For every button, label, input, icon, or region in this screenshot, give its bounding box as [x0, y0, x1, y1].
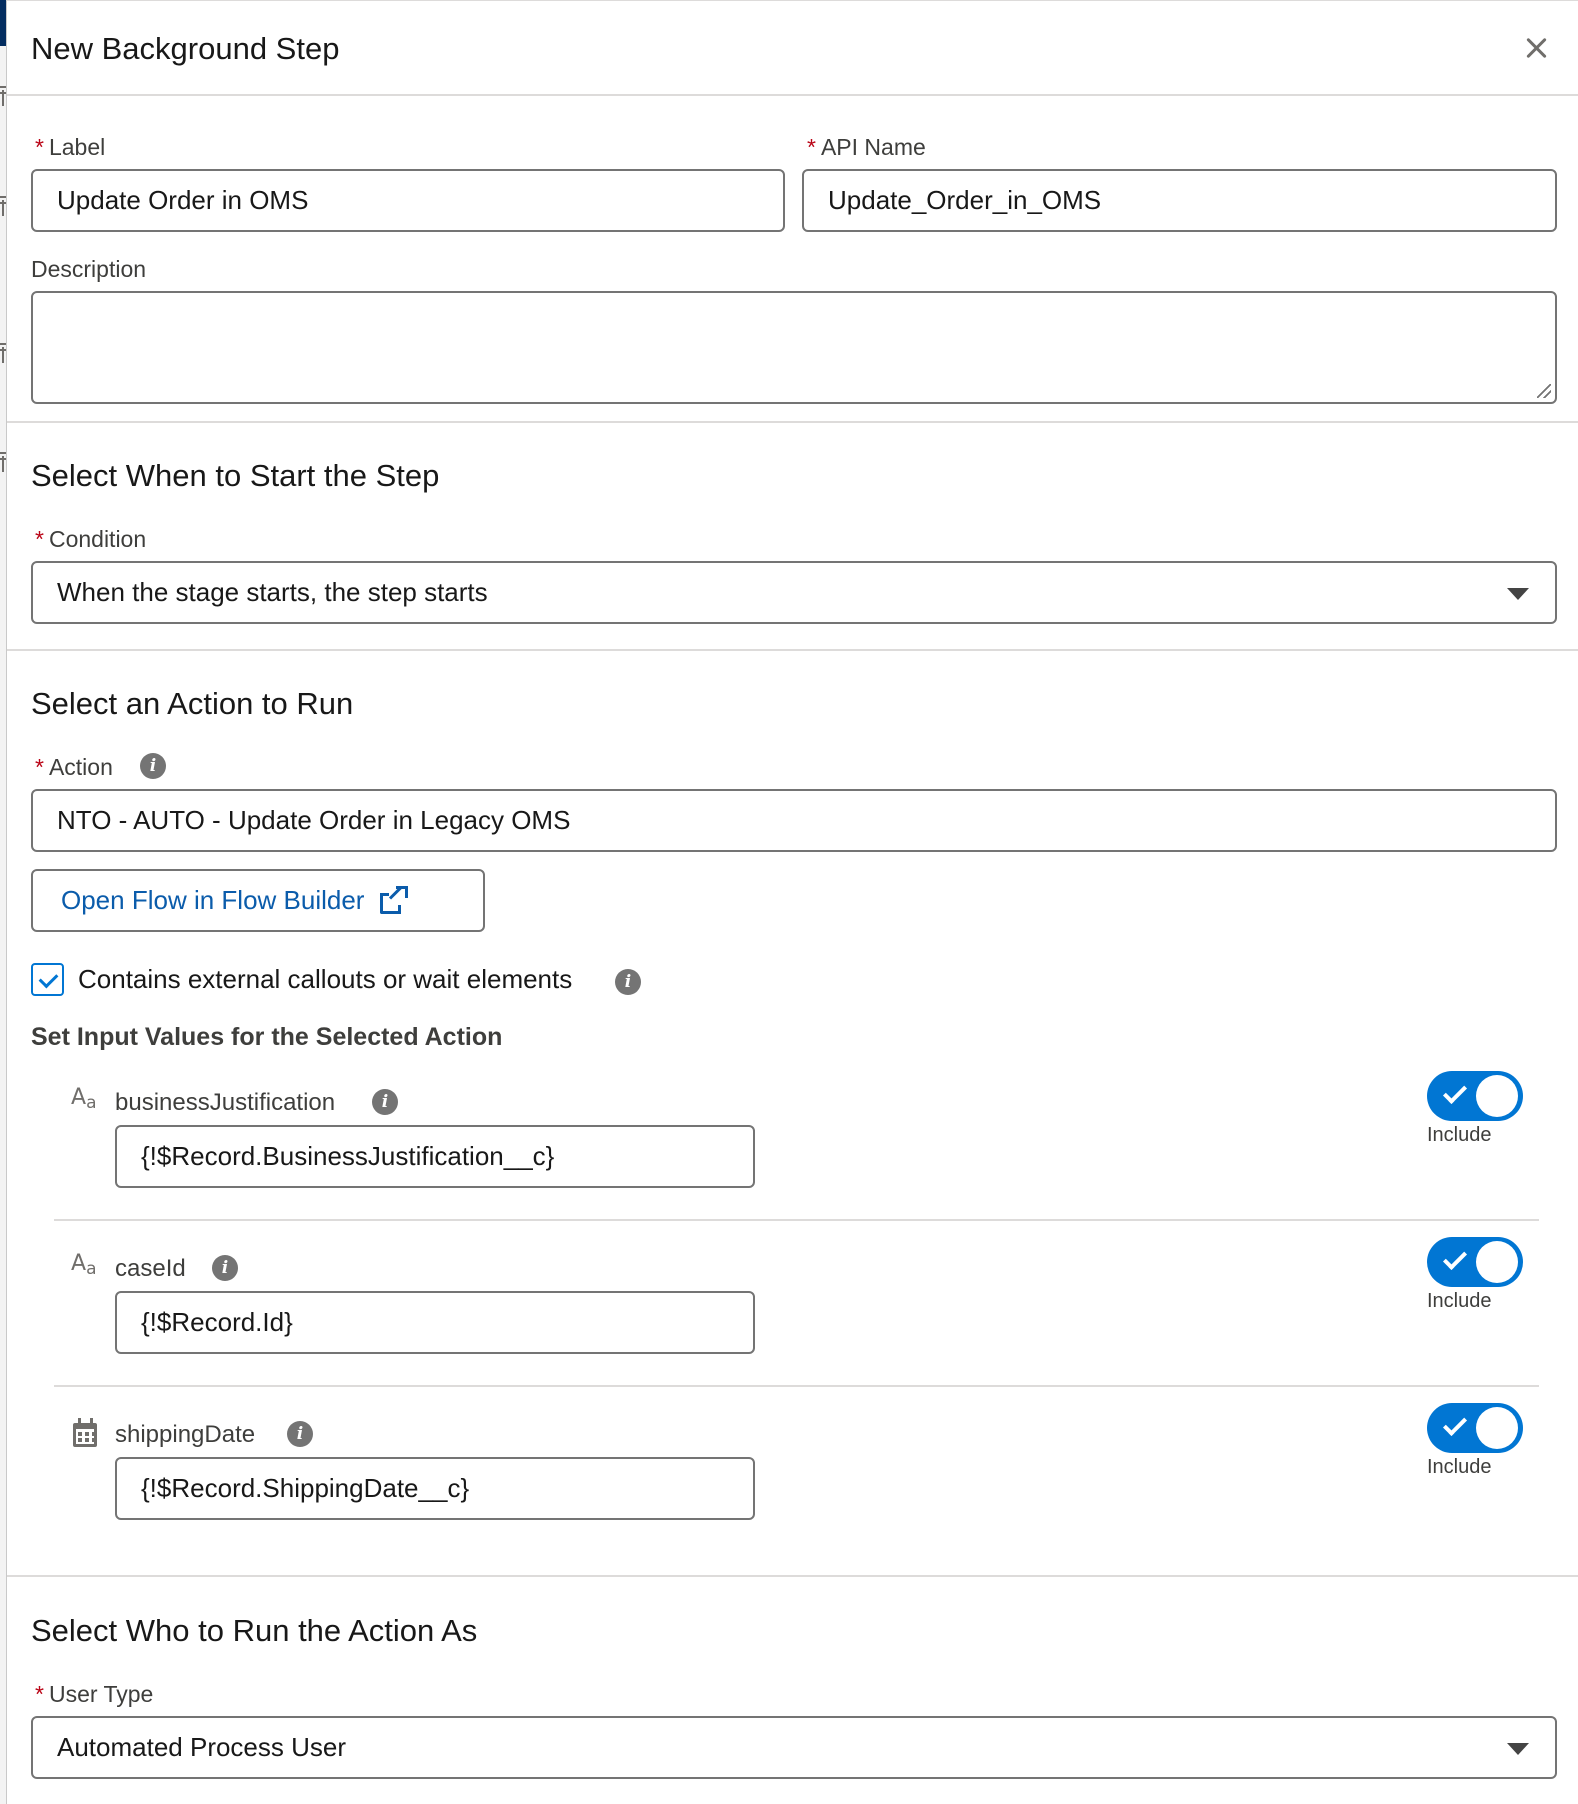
toggle-knob	[1476, 1075, 1518, 1117]
check-icon	[1442, 1245, 1468, 1271]
user-type-field-label-text: User Type	[48, 1681, 154, 1707]
label-input[interactable]: Update Order in OMS	[31, 169, 785, 232]
action-field-label: * Action	[35, 754, 113, 781]
required-marker: *	[35, 754, 44, 780]
text-type-icon: Aa	[71, 1251, 97, 1279]
callouts-checkbox[interactable]	[31, 963, 64, 996]
start-section-title: Select When to Start the Step	[31, 458, 440, 493]
api-name-field-label-text: API Name	[820, 134, 926, 160]
external-link-icon	[380, 885, 409, 914]
section-divider	[7, 1575, 1578, 1577]
include-label: Include	[1427, 1290, 1492, 1312]
info-icon[interactable]: i	[615, 969, 641, 995]
api-name-field-label: * API Name	[807, 134, 926, 161]
check-icon	[1442, 1411, 1468, 1437]
info-icon[interactable]: i	[372, 1089, 398, 1115]
description-field-label: Description	[31, 256, 147, 282]
business-justification-input[interactable]: {!$Record.BusinessJustification__c}	[115, 1125, 755, 1188]
screen: New Background Step * Label Update Order …	[0, 0, 1578, 1804]
param-name-shipping-date: shippingDate	[115, 1421, 256, 1448]
callouts-checkbox-label: Contains external callouts or wait eleme…	[78, 964, 573, 994]
description-textarea[interactable]	[31, 291, 1557, 404]
required-marker: *	[35, 134, 44, 160]
calendar-icon	[73, 1418, 97, 1447]
user-type-field-label: * User Type	[35, 1681, 153, 1708]
resize-handle-icon[interactable]	[1537, 384, 1551, 398]
toggle-knob	[1476, 1241, 1518, 1283]
open-flow-button-label: Open Flow in Flow Builder	[61, 885, 365, 915]
condition-select[interactable]: When the stage starts, the step starts	[31, 561, 1557, 624]
shipping-date-input[interactable]: {!$Record.ShippingDate__c}	[115, 1457, 755, 1520]
include-label: Include	[1427, 1456, 1492, 1478]
user-type-select-value: Automated Process User	[57, 1732, 347, 1762]
api-name-input[interactable]: Update_Order_in_OMS	[802, 169, 1557, 232]
condition-select-value: When the stage starts, the step starts	[57, 577, 488, 607]
check-icon	[1442, 1079, 1468, 1105]
include-label: Include	[1427, 1124, 1492, 1146]
input-divider	[54, 1385, 1539, 1387]
required-marker: *	[807, 134, 816, 160]
input-values-heading: Set Input Values for the Selected Action	[31, 1023, 503, 1051]
param-name-business-justification: businessJustification	[115, 1089, 336, 1116]
chevron-down-icon	[1507, 1743, 1529, 1755]
modal-header: New Background Step	[7, 1, 1578, 96]
open-flow-button[interactable]: Open Flow in Flow Builder	[31, 869, 485, 932]
close-icon[interactable]	[1521, 33, 1551, 63]
param-name-case-id: caseId	[115, 1255, 186, 1282]
include-toggle-shipping-date[interactable]	[1427, 1403, 1523, 1453]
toggle-knob	[1476, 1407, 1518, 1449]
input-divider	[54, 1219, 1539, 1221]
info-icon[interactable]: i	[140, 753, 166, 779]
label-field-label: * Label	[35, 134, 105, 161]
info-icon[interactable]: i	[212, 1255, 238, 1281]
case-id-input[interactable]: {!$Record.Id}	[115, 1291, 755, 1354]
text-type-icon: Aa	[71, 1085, 97, 1113]
include-toggle-case-id[interactable]	[1427, 1237, 1523, 1287]
run-as-section-title: Select Who to Run the Action As	[31, 1613, 478, 1648]
new-background-step-modal: New Background Step * Label Update Order …	[6, 0, 1578, 1804]
info-icon[interactable]: i	[287, 1421, 313, 1447]
section-divider	[7, 649, 1578, 651]
action-input[interactable]: NTO - AUTO - Update Order in Legacy OMS	[31, 789, 1557, 852]
condition-field-label: * Condition	[35, 526, 146, 553]
include-toggle-business-justification[interactable]	[1427, 1071, 1523, 1121]
modal-title: New Background Step	[31, 31, 340, 66]
user-type-select[interactable]: Automated Process User	[31, 1716, 1557, 1779]
required-marker: *	[35, 526, 44, 552]
action-field-label-text: Action	[48, 754, 113, 780]
chevron-down-icon	[1507, 588, 1529, 600]
condition-field-label-text: Condition	[48, 526, 147, 552]
section-divider	[7, 421, 1578, 423]
action-section-title: Select an Action to Run	[31, 686, 354, 721]
required-marker: *	[35, 1681, 44, 1707]
label-field-label-text: Label	[48, 134, 106, 160]
